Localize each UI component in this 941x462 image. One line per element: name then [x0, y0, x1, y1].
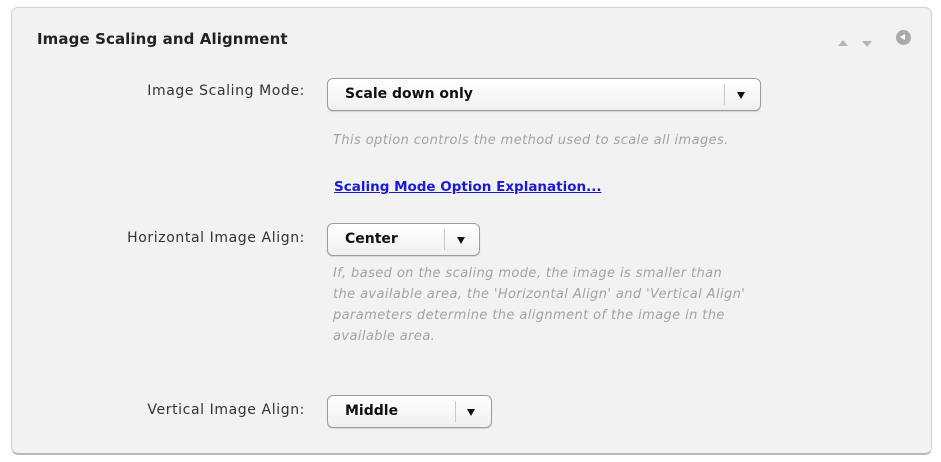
alignment-help-line: If, based on the scaling mode, the image… — [333, 266, 723, 281]
scaling-mode-label: Image Scaling Mode: — [147, 83, 305, 99]
horizontal-align-select[interactable]: Center — [327, 223, 480, 256]
select-divider — [455, 401, 456, 422]
scaling-mode-help-text: This option controls the method used to … — [333, 133, 729, 148]
scaling-mode-select[interactable]: Scale down only — [327, 78, 761, 111]
alignment-help-line: available area. — [333, 329, 436, 344]
scaling-mode-explanation-link[interactable]: Scaling Mode Option Explanation... — [334, 179, 602, 195]
horizontal-align-label: Horizontal Image Align: — [127, 230, 305, 246]
chevron-down-icon — [737, 92, 745, 99]
triangle-down-icon[interactable] — [862, 41, 872, 47]
vertical-align-select[interactable]: Middle — [327, 395, 492, 428]
vertical-align-value: Middle — [345, 403, 399, 419]
scaling-mode-help: This option controls the method used to … — [333, 130, 729, 151]
chevron-down-icon — [467, 409, 475, 416]
panel-title: Image Scaling and Alignment — [37, 30, 288, 48]
select-divider — [444, 229, 445, 250]
triangle-up-icon[interactable] — [838, 40, 848, 46]
alignment-help: If, based on the scaling mode, the image… — [333, 263, 745, 347]
chevron-down-icon — [457, 237, 465, 244]
alignment-help-line: parameters determine the alignment of th… — [333, 308, 725, 323]
scaling-mode-value: Scale down only — [345, 86, 473, 102]
horizontal-align-value: Center — [345, 231, 398, 247]
alignment-help-line: the available area, the 'Horizontal Alig… — [333, 287, 746, 302]
collapse-circle-icon[interactable] — [896, 30, 911, 45]
vertical-align-label: Vertical Image Align: — [147, 402, 305, 418]
select-divider — [724, 84, 725, 105]
